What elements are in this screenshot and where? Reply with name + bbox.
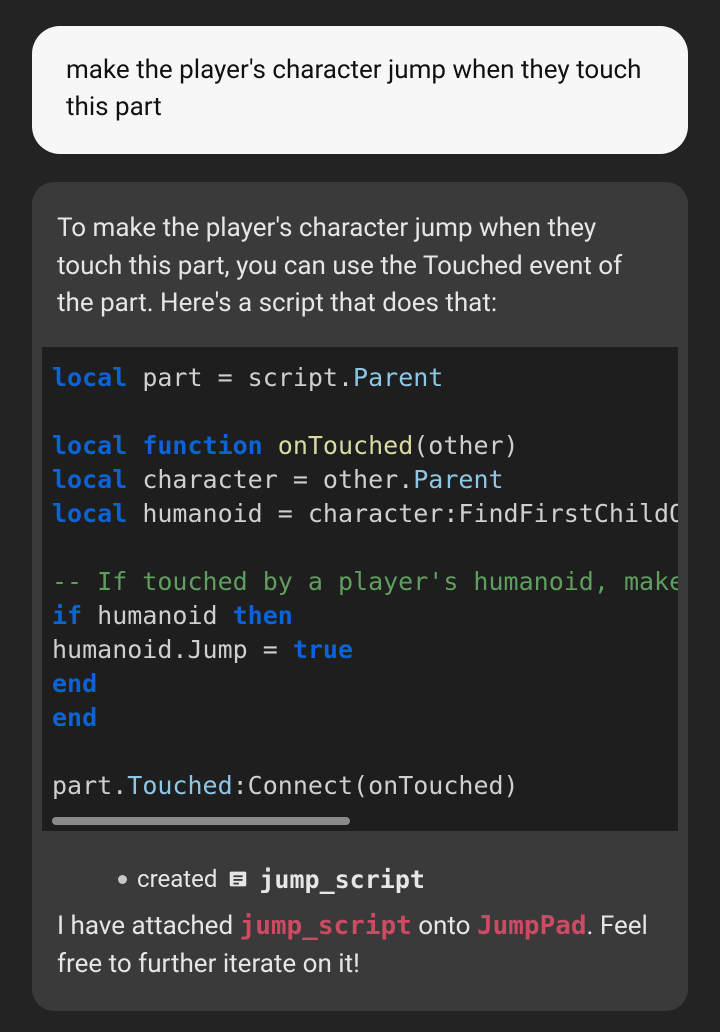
code-token: local: [52, 499, 127, 528]
bullet-icon: [118, 875, 127, 884]
code-token: function: [127, 431, 278, 460]
code-token: humanoid.Jump =: [52, 635, 293, 664]
code-token: end: [52, 703, 97, 732]
code-token: onTouched: [278, 431, 413, 460]
scrollbar-thumb[interactable]: [52, 817, 350, 825]
code-token: character = other.: [127, 465, 413, 494]
user-message-text: make the player's character jump when th…: [66, 55, 641, 122]
code-token: Touched: [127, 771, 232, 800]
code-token: Parent: [413, 465, 503, 494]
script-icon: [227, 868, 249, 890]
code-token: part.: [52, 771, 127, 800]
code-token: local: [52, 465, 127, 494]
code-token: true: [293, 635, 353, 664]
code-token: end: [52, 669, 97, 698]
created-script-name[interactable]: jump_script: [259, 865, 425, 894]
code-token: Parent: [353, 363, 443, 392]
object-name-inline: JumpPad: [477, 911, 587, 941]
code-token: (other): [413, 431, 518, 460]
created-row: created jump_script: [42, 853, 678, 908]
code-token: if: [52, 601, 82, 630]
horizontal-scrollbar[interactable]: [52, 817, 678, 825]
assistant-message-bubble: To make the player's character jump when…: [32, 182, 688, 1011]
code-lines: local part = script.Parent local functio…: [52, 361, 678, 803]
code-token: -- If touched by a player's humanoid, ma…: [52, 567, 678, 596]
code-token: local: [52, 431, 127, 460]
assistant-intro-text: To make the player's character jump when…: [42, 210, 678, 323]
created-label: created: [137, 865, 217, 893]
code-token: local: [52, 363, 127, 392]
assistant-outro-text: I have attached jump_script onto JumpPad…: [42, 908, 678, 983]
script-name-inline: jump_script: [240, 911, 412, 941]
code-token: then: [233, 601, 293, 630]
user-message-bubble: make the player's character jump when th…: [32, 26, 688, 154]
outro-text: I have attached: [57, 911, 240, 941]
code-token: humanoid: [82, 601, 233, 630]
outro-text: onto: [412, 911, 477, 941]
chat-view: make the player's character jump when th…: [0, 0, 720, 1011]
code-token: humanoid = character:FindFirstChildOfCla…: [127, 499, 678, 528]
code-token: :Connect(onTouched): [233, 771, 519, 800]
code-block[interactable]: local part = script.Parent local functio…: [42, 347, 678, 831]
code-token: part = script.: [127, 363, 353, 392]
